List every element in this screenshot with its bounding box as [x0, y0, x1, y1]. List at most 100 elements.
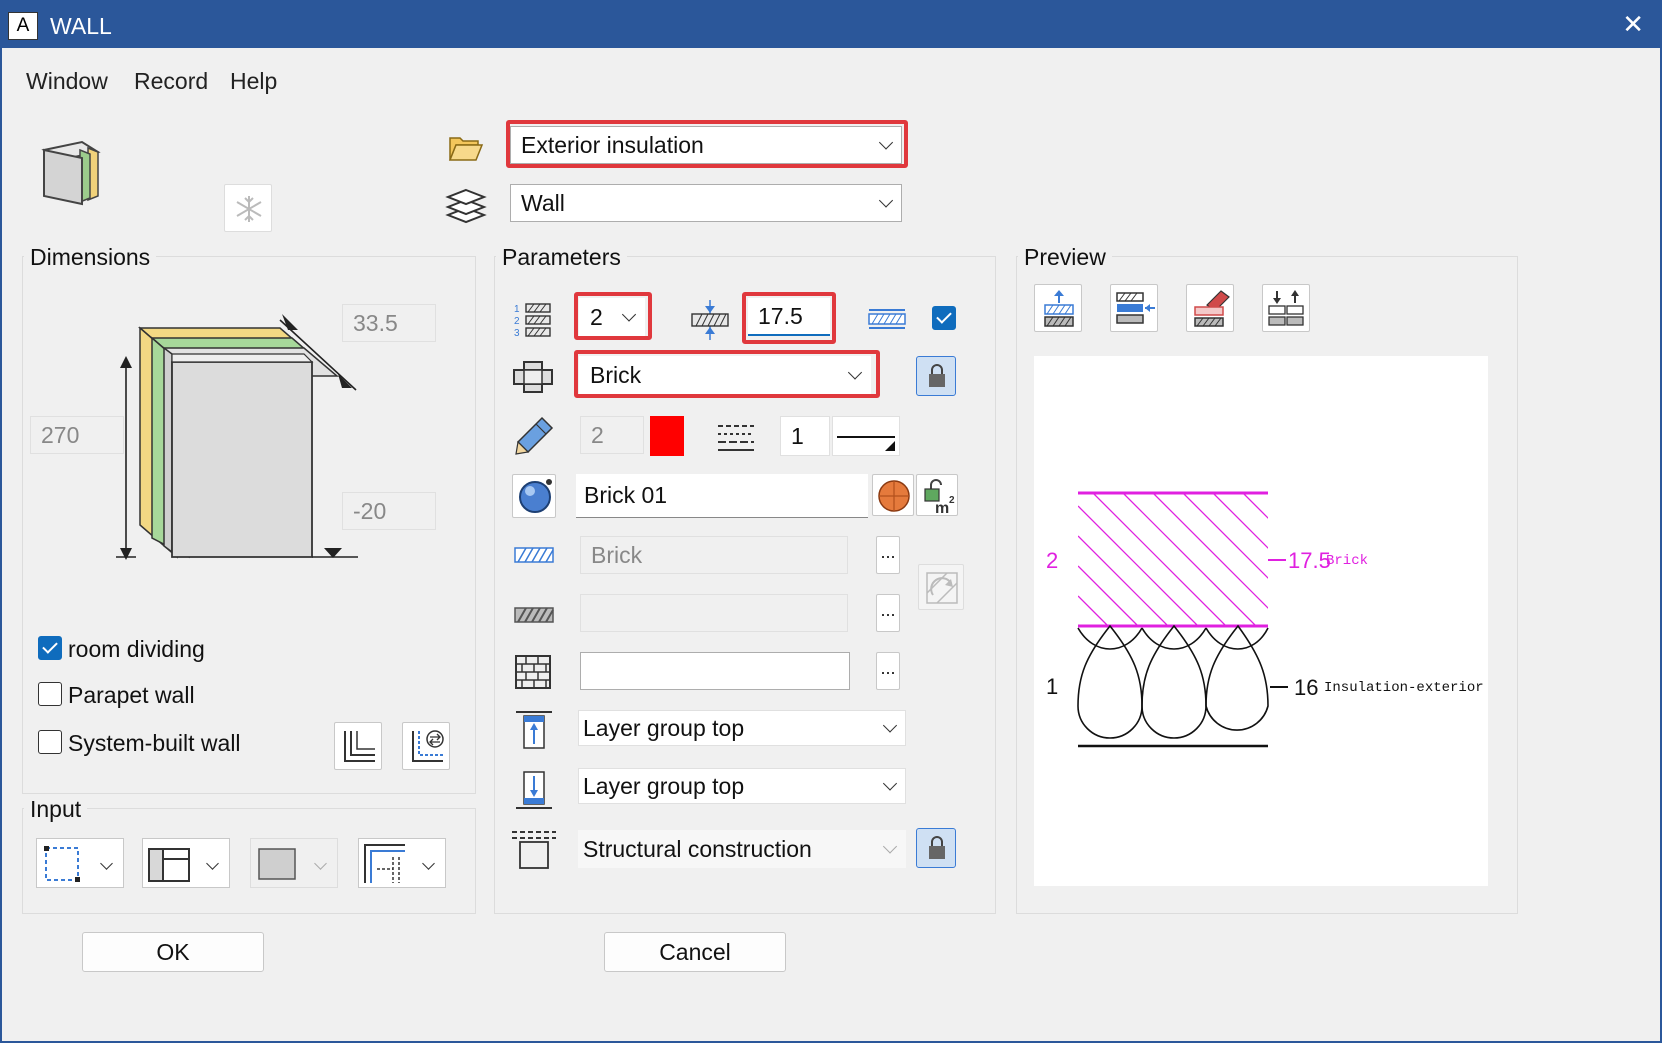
highlight-category	[506, 120, 908, 168]
svg-text:2: 2	[949, 495, 955, 506]
reassign-hatch-icon	[926, 572, 958, 604]
input-rectangle-combo[interactable]	[36, 838, 124, 888]
menu-window[interactable]: Window	[26, 68, 108, 95]
bottom-attach-icon	[516, 771, 552, 809]
menu-help[interactable]: Help	[230, 68, 277, 95]
layer-numbering-icon: 1 2 3	[514, 303, 551, 339]
construction-combo[interactable]: Structural construction	[578, 830, 906, 868]
preview-layer-swap-button[interactable]	[1262, 284, 1310, 332]
height-field[interactable]: 270	[30, 416, 124, 454]
pattern-browse-button[interactable]: ...	[876, 594, 900, 632]
corner-button[interactable]	[334, 722, 382, 770]
material-icon	[513, 361, 553, 393]
layer-hatch-checkbox[interactable]	[932, 306, 956, 330]
sphere-icon	[519, 479, 552, 513]
layer-erase-icon	[1194, 290, 1230, 327]
line-number-field[interactable]: 1	[780, 416, 830, 456]
preview-layer-delete-button[interactable]	[1186, 284, 1234, 332]
hatching-field[interactable]: Brick	[580, 536, 848, 574]
pen-color-swatch[interactable]	[650, 416, 684, 456]
chevron-down-icon	[422, 857, 435, 870]
pattern-field[interactable]	[580, 594, 848, 632]
dotted-rectangle-icon	[44, 846, 80, 882]
ok-button[interactable]: OK	[82, 932, 264, 972]
chevron-down-icon	[882, 776, 898, 791]
pen-field[interactable]: 2	[580, 416, 644, 454]
corner-swap-button[interactable]	[402, 722, 450, 770]
layer-insert-icon	[1116, 292, 1155, 324]
material-lock-button[interactable]	[916, 356, 956, 396]
gray-rectangle-icon	[258, 848, 296, 880]
construction-icon	[512, 831, 556, 869]
element-value: Wall	[521, 189, 565, 216]
parapet-wall-checkbox[interactable]	[38, 682, 62, 706]
room-dividing-label: room dividing	[68, 636, 205, 662]
top-attach-icon	[516, 711, 552, 749]
thickness-value: 33.5	[353, 309, 398, 336]
preview-layer2-number: 2	[1046, 548, 1058, 573]
wall-3d-icon	[41, 140, 101, 206]
window-title: WALL	[50, 13, 112, 39]
highlight-material	[574, 350, 880, 398]
pen-value: 2	[591, 421, 604, 448]
construction-lock-button[interactable]	[916, 828, 956, 868]
top-attach-combo[interactable]: Layer group top	[578, 710, 906, 746]
corner-swap-icon	[412, 730, 444, 762]
chevron-down-icon	[206, 857, 219, 870]
hatching-icon	[514, 547, 554, 563]
preview-layer1-thickness: 16	[1294, 675, 1318, 700]
area-unlock-button[interactable]: m 2	[916, 474, 958, 517]
fill-field[interactable]	[580, 652, 850, 690]
preview-canvas: 2 17.5 Brick 1 16 Insulation-exterior	[1034, 356, 1488, 886]
bottom-attach-value: Layer group top	[583, 772, 745, 799]
top-attach-value: Layer group top	[583, 714, 745, 741]
hatching-value: Brick	[591, 541, 643, 568]
app-icon: A	[8, 12, 38, 40]
svg-text:m: m	[935, 500, 949, 517]
texture-ball-icon	[878, 480, 910, 512]
room-dividing-checkbox[interactable]	[38, 636, 62, 660]
input-shape-combo[interactable]	[250, 838, 338, 888]
preview-layer-insert-button[interactable]	[1110, 284, 1158, 332]
input-title: Input	[24, 796, 88, 823]
input-polyline-combo[interactable]	[358, 838, 446, 888]
reassign-button[interactable]	[918, 564, 964, 610]
construction-value: Structural construction	[583, 835, 812, 862]
pattern-icon	[514, 607, 554, 623]
menu-record[interactable]: Record	[134, 68, 208, 95]
unlock-area-icon: m 2	[924, 479, 955, 517]
surface-texture-button[interactable]	[872, 474, 914, 516]
line-number-value: 1	[791, 422, 804, 449]
title-bar: A WALL ✕	[2, 2, 1660, 48]
wall-section-preview: 2 17.5 Brick 1 16 Insulation-exterior	[1046, 491, 1484, 748]
parameters-title: Parameters	[496, 244, 627, 271]
offset-field[interactable]: -20	[342, 492, 436, 530]
layer-hatch-icon	[868, 309, 906, 329]
menu-bar: Window Record Help	[2, 48, 1660, 110]
thickness-field[interactable]: 33.5	[342, 304, 436, 342]
fill-browse-button[interactable]: ...	[876, 652, 900, 690]
input-placement-combo[interactable]	[142, 838, 230, 888]
bottom-attach-combo[interactable]: Layer group top	[578, 768, 906, 804]
offset-value: -20	[353, 497, 387, 524]
layer-thickness-icon	[691, 300, 729, 340]
cancel-button[interactable]: Cancel	[604, 932, 786, 972]
svg-text:3: 3	[514, 328, 520, 339]
lock-icon	[929, 836, 945, 859]
layer-swap-icon	[1268, 290, 1304, 326]
layers-icon	[445, 188, 487, 224]
freeze-button[interactable]	[224, 184, 272, 232]
element-combo[interactable]: Wall	[510, 184, 902, 222]
preview-layer2-thickness: 17.5	[1288, 548, 1331, 573]
close-button[interactable]: ✕	[1622, 8, 1644, 40]
surface-field[interactable]: Brick 01	[576, 474, 868, 518]
line-style-picker[interactable]	[832, 416, 900, 456]
chevron-down-icon	[100, 857, 113, 870]
wall-dialog: A WALL ✕ Window Record Help Exterior ins…	[0, 0, 1662, 1043]
corner-icon	[344, 731, 375, 762]
open-folder-icon	[448, 137, 484, 161]
surface-sphere-button[interactable]	[512, 474, 556, 518]
system-built-wall-checkbox[interactable]	[38, 730, 62, 754]
preview-layer-up-button[interactable]	[1034, 284, 1082, 332]
hatching-browse-button[interactable]: ...	[876, 536, 900, 574]
